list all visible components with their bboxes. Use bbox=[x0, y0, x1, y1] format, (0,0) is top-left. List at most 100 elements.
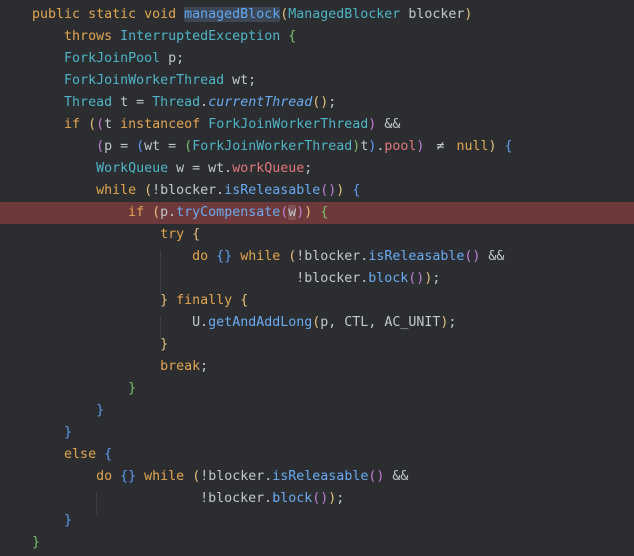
code-token: CTL bbox=[344, 315, 369, 330]
code-token: blocker bbox=[400, 7, 465, 22]
code-token: . bbox=[200, 315, 209, 330]
code-line[interactable]: } bbox=[0, 400, 634, 422]
code-line[interactable]: else { bbox=[0, 444, 634, 466]
code-token: && bbox=[376, 117, 401, 132]
code-token: () bbox=[464, 249, 481, 264]
code-token: break bbox=[160, 359, 201, 374]
code-token: () bbox=[368, 469, 385, 484]
code-token: , bbox=[368, 315, 385, 330]
code-token: {} bbox=[216, 249, 233, 264]
code-token: ; bbox=[200, 359, 209, 374]
code-token: {} bbox=[120, 469, 137, 484]
code-token: currentThread bbox=[208, 95, 313, 110]
code-token: ( bbox=[96, 117, 105, 132]
code-line[interactable]: break; bbox=[0, 356, 634, 378]
code-area[interactable]: public static void managedBlock (ManagedB… bbox=[0, 4, 634, 554]
code-token: wt = bbox=[144, 139, 185, 154]
code-token: !blocker. bbox=[200, 469, 273, 484]
code-line[interactable]: U.getAndAddLong(p, CTL, AC_UNIT); bbox=[0, 312, 634, 334]
code-token: ( bbox=[184, 139, 193, 154]
code-token: () bbox=[312, 491, 329, 506]
code-token: tryCompensate bbox=[176, 205, 281, 220]
code-token: workQueue bbox=[232, 161, 305, 176]
code-line[interactable]: !blocker.block()); bbox=[0, 268, 634, 290]
code-token: ForkJoinWorkerThread bbox=[208, 117, 369, 132]
code-token: { bbox=[104, 447, 113, 462]
code-token: while bbox=[240, 249, 289, 264]
code-line[interactable]: if ((t instanceof ForkJoinWorkerThread) … bbox=[0, 114, 634, 136]
code-line[interactable]: Thread t = Thread.currentThread(); bbox=[0, 92, 634, 114]
code-line[interactable]: throws InterruptedException { bbox=[0, 26, 634, 48]
code-line[interactable]: do {} while (!blocker.isReleasable() && bbox=[0, 246, 634, 268]
code-token: ; bbox=[304, 161, 313, 176]
code-line[interactable]: WorkQueue w = wt.workQueue; bbox=[0, 158, 634, 180]
code-token: Thread bbox=[64, 95, 113, 110]
code-line[interactable]: public static void managedBlock(ManagedB… bbox=[0, 4, 634, 26]
code-token: ForkJoinPool bbox=[64, 51, 161, 66]
code-line[interactable]: } finally { bbox=[0, 290, 634, 312]
code-line[interactable]: while (!blocker.isReleasable()) { bbox=[0, 180, 634, 202]
code-token: ; bbox=[448, 315, 457, 330]
code-editor[interactable]: public static void managedBlock (ManagedB… bbox=[0, 0, 634, 556]
code-line[interactable]: ForkJoinWorkerThread wt; bbox=[0, 70, 634, 92]
code-line[interactable]: } bbox=[0, 510, 634, 532]
code-line[interactable]: } bbox=[0, 532, 634, 554]
code-token: else bbox=[64, 447, 105, 462]
code-token: while bbox=[144, 469, 193, 484]
code-token: isReleasable bbox=[272, 469, 369, 484]
code-token: public static void bbox=[32, 7, 185, 22]
code-line[interactable]: (p = (wt = (ForkJoinWorkerThread)t).pool… bbox=[0, 136, 634, 158]
code-line[interactable]: } bbox=[0, 378, 634, 400]
code-token: block bbox=[368, 271, 409, 286]
code-token: && bbox=[480, 249, 505, 264]
code-token: while bbox=[96, 183, 145, 198]
code-line-highlighted[interactable]: if (p.tryCompensate(w)) { bbox=[0, 202, 634, 224]
code-line[interactable]: } bbox=[0, 422, 634, 444]
code-token: ( bbox=[88, 117, 97, 132]
code-line[interactable]: do {} while (!blocker.isReleasable() && bbox=[0, 466, 634, 488]
code-token: ; bbox=[328, 95, 337, 110]
code-token: t = bbox=[112, 95, 153, 110]
code-token: () bbox=[312, 95, 329, 110]
code-token: { bbox=[352, 183, 361, 198]
code-token: { bbox=[288, 29, 297, 44]
code-line[interactable]: try { bbox=[0, 224, 634, 246]
code-token: block bbox=[272, 491, 313, 506]
code-token: finally bbox=[176, 293, 241, 308]
code-token: managedBlock bbox=[184, 7, 281, 22]
code-line[interactable]: ForkJoinPool p; bbox=[0, 48, 634, 70]
code-token: isReleasable bbox=[368, 249, 465, 264]
code-token: !blocker. bbox=[296, 271, 369, 286]
code-token: U bbox=[192, 315, 201, 330]
code-token: () bbox=[320, 183, 337, 198]
code-token: } bbox=[64, 513, 73, 528]
code-token: ≠ bbox=[436, 139, 445, 154]
code-line[interactable]: !blocker.block()); bbox=[0, 488, 634, 510]
code-line[interactable]: } bbox=[0, 334, 634, 356]
code-token: ForkJoinWorkerThread bbox=[64, 73, 225, 88]
code-token: ( bbox=[152, 205, 161, 220]
code-token: } bbox=[64, 425, 73, 440]
code-token: wt; bbox=[224, 73, 257, 88]
code-token: if bbox=[128, 205, 153, 220]
